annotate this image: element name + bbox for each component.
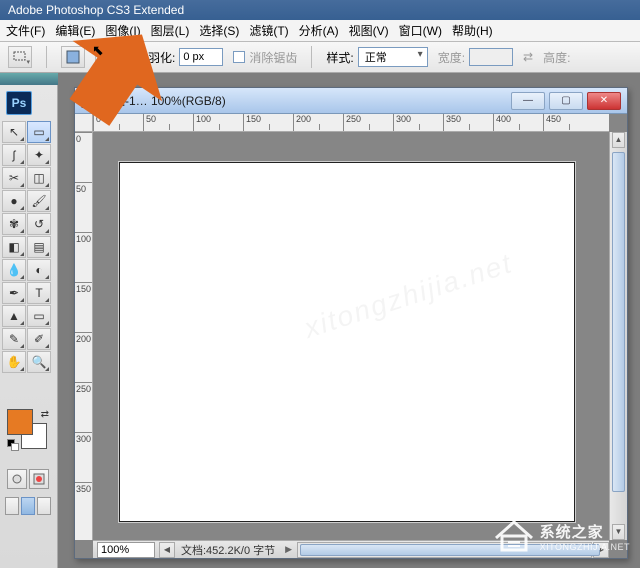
- menu-help[interactable]: 帮助(H): [452, 22, 493, 39]
- color-swatches: ⇄: [7, 409, 49, 457]
- selection-new-icon[interactable]: [61, 46, 85, 68]
- active-tool-preset-icon[interactable]: ▾: [8, 46, 32, 68]
- hand-tool[interactable]: ✋: [2, 351, 26, 373]
- work-area: Ps 示题-1… 100%(RGB/8) ― ▢ ✕ 0501001502002…: [58, 73, 640, 568]
- minimize-button[interactable]: ―: [511, 92, 545, 110]
- document-window: Ps 示题-1… 100%(RGB/8) ― ▢ ✕ 0501001502002…: [74, 87, 628, 559]
- scroll-left-icon[interactable]: ◀: [159, 542, 175, 558]
- quickmask-mode-icon[interactable]: [29, 469, 49, 489]
- swap-colors-icon[interactable]: ⇄: [41, 409, 49, 420]
- menu-layer[interactable]: 图层(L): [151, 22, 190, 39]
- feather-label: 羽化:: [148, 49, 175, 66]
- menu-file[interactable]: 文件(F): [6, 22, 45, 39]
- watermark-sub: XITONGZHIJIA.NET: [540, 542, 630, 552]
- canvas[interactable]: [119, 162, 575, 522]
- swap-wh-icon[interactable]: ⇄: [523, 50, 533, 64]
- maximize-button[interactable]: ▢: [549, 92, 583, 110]
- default-colors-icon[interactable]: [7, 439, 19, 451]
- quickmask-row: [7, 469, 49, 491]
- scroll-up-icon[interactable]: ▲: [612, 132, 625, 148]
- scroll-thumb-v[interactable]: [612, 152, 625, 492]
- brush-tool[interactable]: 🖌: [27, 190, 51, 212]
- screenmode-row: [5, 497, 51, 519]
- foreground-color-swatch[interactable]: [7, 409, 33, 435]
- app-title: Adobe Photoshop CS3 Extended: [8, 3, 184, 17]
- menu-image[interactable]: 图像(I): [105, 22, 140, 39]
- menubar: 文件(F) 编辑(E) 图像(I) 图层(L) 选择(S) 滤镜(T) 分析(A…: [0, 20, 640, 42]
- app-titlebar: Adobe Photoshop CS3 Extended: [0, 0, 640, 20]
- scrollbar-vertical[interactable]: ▲ ▼: [609, 132, 627, 540]
- watermark-logo-icon: [494, 518, 534, 554]
- slice-tool[interactable]: ◫: [27, 167, 51, 189]
- blur-tool[interactable]: 💧: [2, 259, 26, 281]
- ps-doc-icon: Ps: [81, 94, 95, 108]
- notes-tool[interactable]: ✎: [2, 328, 26, 350]
- menu-edit[interactable]: 编辑(E): [55, 22, 95, 39]
- dock-tab[interactable]: [0, 73, 58, 85]
- pen-tool[interactable]: ✒: [2, 282, 26, 304]
- shape-tool[interactable]: ▭: [27, 305, 51, 327]
- document-titlebar[interactable]: Ps 示题-1… 100%(RGB/8) ― ▢ ✕: [75, 88, 627, 114]
- status-menu-icon[interactable]: ▶: [281, 544, 296, 555]
- clone-stamp-tool[interactable]: ✾: [2, 213, 26, 235]
- watermark-title: 系统之家: [540, 524, 604, 541]
- eraser-tool[interactable]: ◧: [2, 236, 26, 258]
- close-button[interactable]: ✕: [587, 92, 621, 110]
- width-input[interactable]: [469, 48, 513, 66]
- magic-wand-tool[interactable]: ✦: [27, 144, 51, 166]
- zoom-tool[interactable]: 🔍: [27, 351, 51, 373]
- antialias-label: 消除锯齿: [249, 49, 297, 66]
- screenmode-full-menubar-icon[interactable]: [21, 497, 35, 515]
- watermark: 系统之家 XITONGZHIJIA.NET: [494, 518, 630, 554]
- history-brush-tool[interactable]: ↺: [27, 213, 51, 235]
- canvas-viewport[interactable]: [93, 132, 609, 540]
- move-tool[interactable]: ↖: [2, 121, 26, 143]
- ruler-corner: [75, 114, 93, 132]
- eyedropper-tool[interactable]: ✐: [27, 328, 51, 350]
- menu-filter[interactable]: 滤镜(T): [249, 22, 288, 39]
- gradient-tool[interactable]: ▤: [27, 236, 51, 258]
- antialias-checkbox[interactable]: [233, 51, 245, 63]
- screenmode-standard-icon[interactable]: [5, 497, 19, 515]
- crop-tool[interactable]: ✂: [2, 167, 26, 189]
- tool-options-bar: ▾ 羽化: 消除锯齿 样式: 正常 宽度: ⇄ 高度:: [0, 42, 640, 73]
- zoom-input[interactable]: 100%: [97, 542, 155, 558]
- width-label: 宽度:: [438, 49, 465, 66]
- ruler-vertical[interactable]: 050100150200250300350: [75, 132, 93, 540]
- selection-add-icon[interactable]: [95, 46, 119, 68]
- document-title: 示题-1… 100%(RGB/8): [101, 92, 226, 109]
- lasso-tool[interactable]: ʃ: [2, 144, 26, 166]
- toolbox: ↖▭ʃ✦✂◫●🖌✾↺◧▤💧◐✒T▲▭✎✐✋🔍: [2, 121, 54, 373]
- menu-window[interactable]: 窗口(W): [399, 22, 442, 39]
- ps-logo-icon: Ps: [6, 91, 32, 115]
- style-label: 样式:: [326, 49, 353, 66]
- screenmode-full-icon[interactable]: [37, 497, 51, 515]
- dodge-tool[interactable]: ◐: [27, 259, 51, 281]
- feather-input[interactable]: [179, 48, 223, 66]
- height-label: 高度:: [543, 49, 570, 66]
- menu-view[interactable]: 视图(V): [349, 22, 389, 39]
- spot-heal-tool[interactable]: ●: [2, 190, 26, 212]
- left-dock: Ps ↖▭ʃ✦✂◫●🖌✾↺◧▤💧◐✒T▲▭✎✐✋🔍 ⇄: [0, 73, 58, 568]
- ruler-horizontal[interactable]: 050100150200250300350400450: [93, 114, 609, 132]
- menu-select[interactable]: 选择(S): [199, 22, 239, 39]
- type-tool[interactable]: T: [27, 282, 51, 304]
- menu-analysis[interactable]: 分析(A): [299, 22, 339, 39]
- document-status: 文档:452.2K/0 字节: [175, 542, 281, 558]
- path-select-tool[interactable]: ▲: [2, 305, 26, 327]
- standard-mode-icon[interactable]: [7, 469, 27, 489]
- style-select[interactable]: 正常: [358, 47, 428, 67]
- marquee-tool[interactable]: ▭: [27, 121, 51, 143]
